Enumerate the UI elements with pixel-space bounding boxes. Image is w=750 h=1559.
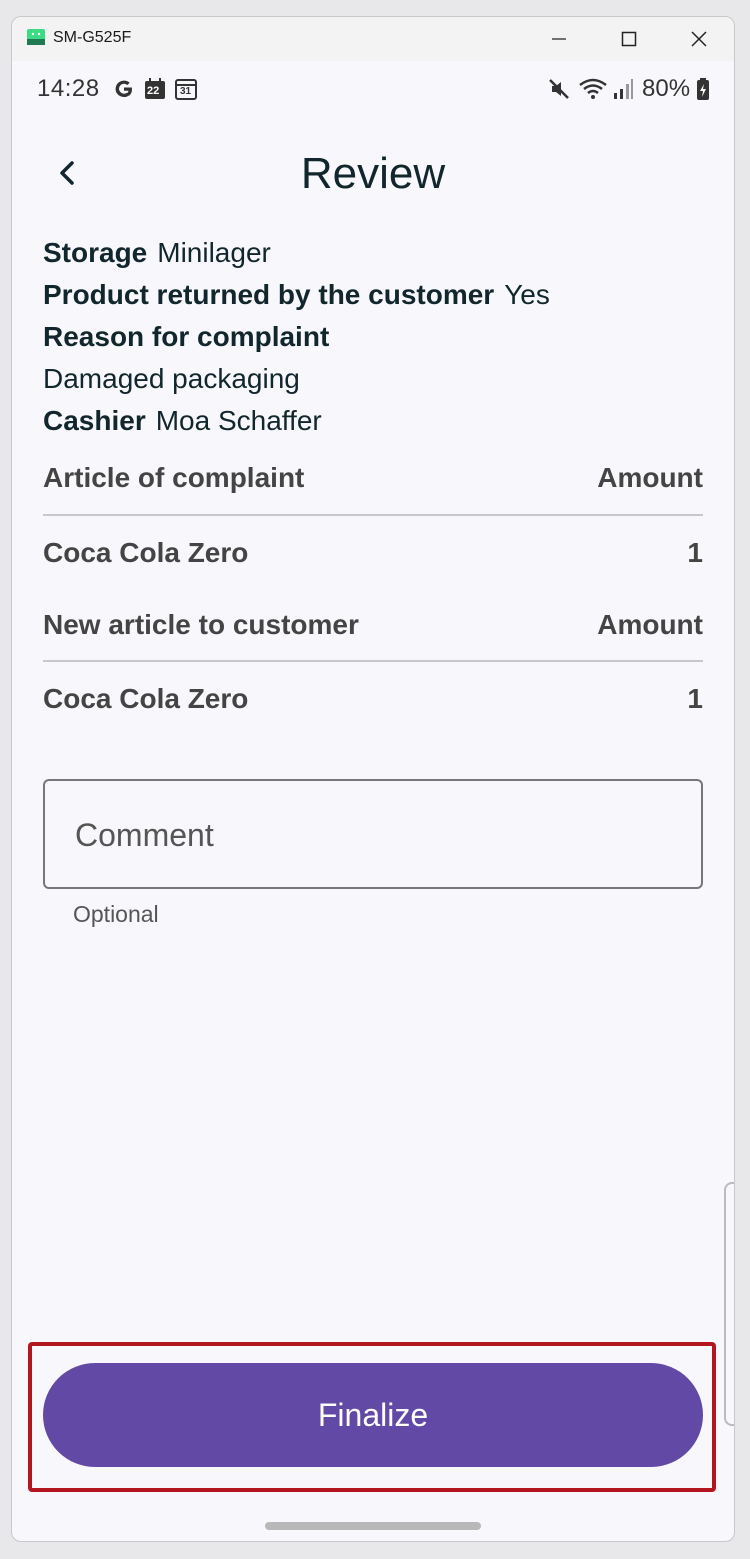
mute-icon [549, 79, 569, 99]
calendar-31-icon: 31 [174, 77, 198, 101]
divider [43, 660, 703, 662]
close-icon [691, 31, 707, 47]
minimize-icon [552, 38, 566, 40]
comment-helper-text: Optional [73, 901, 159, 927]
storage-row: Storage Minilager [43, 237, 271, 269]
reason-label-row: Reason for complaint [43, 321, 329, 353]
home-indicator[interactable] [265, 1522, 481, 1530]
calendar-icon: 22 [143, 77, 167, 101]
emulator-window: SM-G525F 14:28 22 31 80% Review Storage … [11, 16, 735, 1542]
returned-label: Product returned by the customer [43, 279, 495, 310]
calendar-day-label-2: 31 [180, 86, 192, 97]
battery-percent: 80% [642, 75, 691, 102]
battery-icon [697, 78, 709, 100]
status-time: 14:28 [37, 75, 100, 102]
article-name: Coca Cola Zero [43, 537, 249, 568]
finalize-button[interactable]: Finalize [43, 1363, 703, 1467]
column-header-new-article: New article to customer [43, 609, 359, 640]
window-title: SM-G525F [53, 29, 132, 46]
column-header-amount: Amount [597, 462, 703, 493]
signal-icon [614, 79, 633, 99]
returned-row: Product returned by the customer Yes [43, 279, 550, 311]
storage-label: Storage [43, 237, 148, 268]
column-header-amount: Amount [597, 609, 703, 640]
divider [43, 514, 703, 516]
new-article-table-header: New article to customer Amount [43, 609, 703, 641]
table-row: Coca Cola Zero 1 [43, 537, 703, 569]
table-row: Coca Cola Zero 1 [43, 683, 703, 715]
article-amount: 1 [687, 683, 703, 714]
comment-field[interactable] [43, 779, 703, 889]
reason-label: Reason for complaint [43, 321, 330, 352]
scroll-handle[interactable] [724, 1182, 734, 1426]
storage-value: Minilager [157, 237, 271, 268]
complaint-table-header: Article of complaint Amount [43, 462, 703, 494]
google-icon [115, 80, 132, 97]
screen-header: Review [12, 137, 734, 209]
column-header-article: Article of complaint [43, 462, 305, 493]
minimize-button[interactable] [524, 17, 594, 61]
close-button[interactable] [664, 17, 734, 61]
comment-input[interactable] [73, 811, 677, 859]
maximize-button[interactable] [594, 17, 664, 61]
returned-value: Yes [504, 279, 550, 310]
reason-value: Damaged packaging [43, 363, 300, 394]
window-titlebar: SM-G525F [12, 17, 734, 61]
cashier-row: Cashier Moa Schaffer [43, 405, 322, 437]
android-icon [27, 29, 45, 45]
wifi-icon [579, 78, 607, 99]
android-status-bar: 14:28 22 31 80% [12, 61, 734, 117]
page-title: Review [300, 149, 446, 198]
maximize-icon [621, 31, 637, 47]
cashier-label: Cashier [43, 405, 146, 436]
article-amount: 1 [687, 537, 703, 568]
calendar-day-label: 22 [147, 85, 160, 97]
cashier-value: Moa Schaffer [155, 405, 322, 436]
article-name: Coca Cola Zero [43, 683, 249, 714]
